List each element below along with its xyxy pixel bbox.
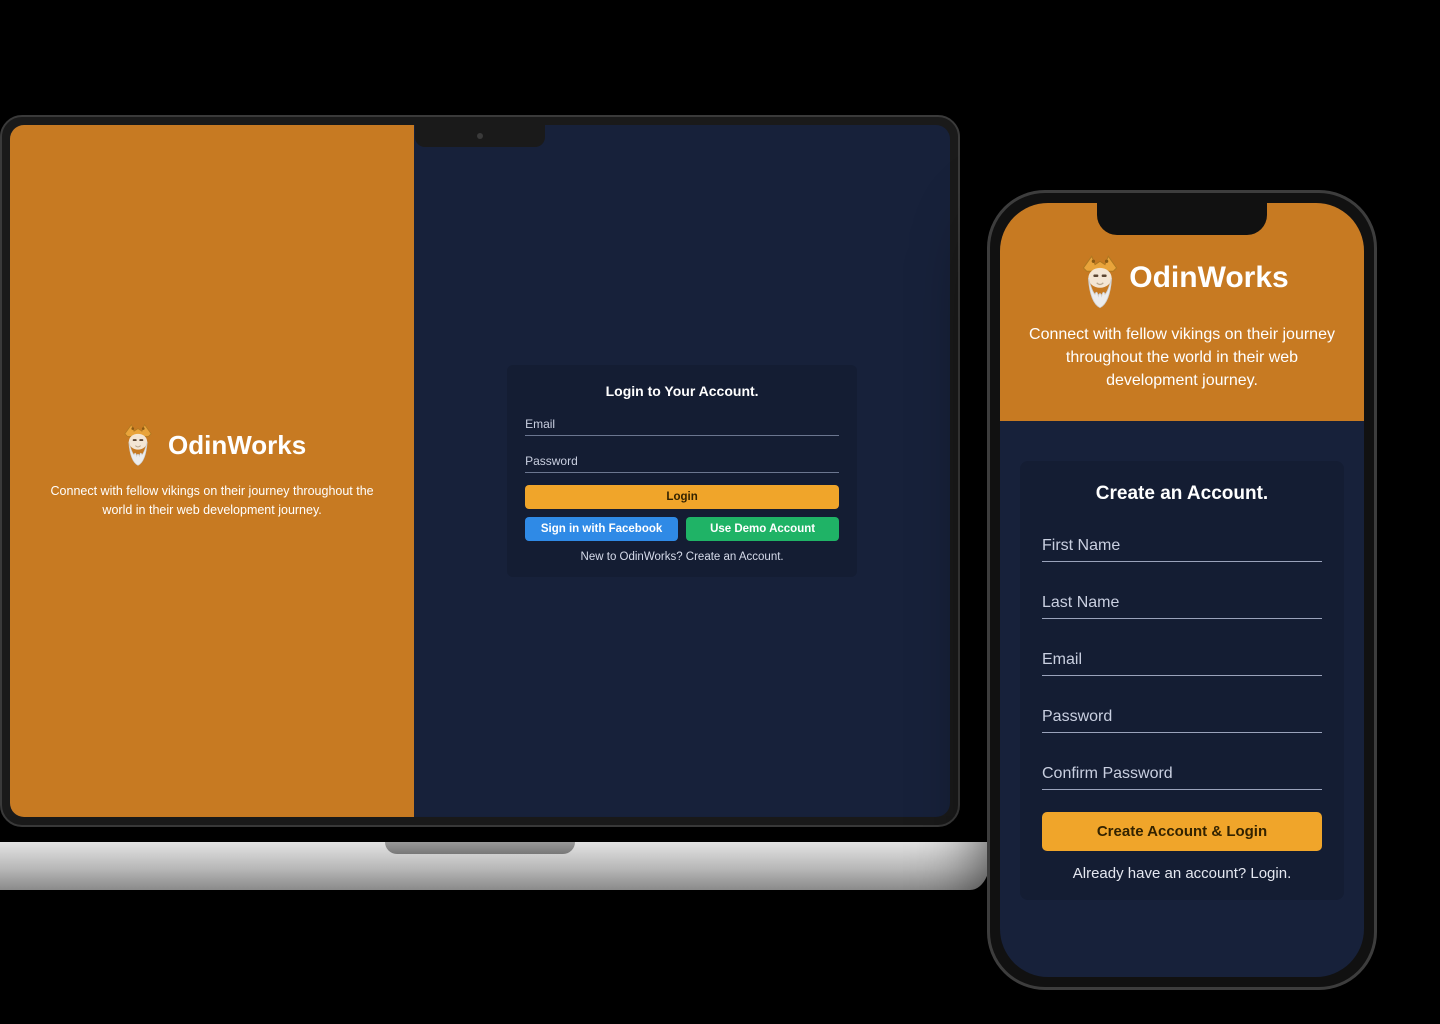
login-alt-row: Sign in with Facebook Use Demo Account xyxy=(525,517,839,541)
create-account-button[interactable]: Create Account & Login xyxy=(1042,812,1322,851)
laptop-base xyxy=(0,842,990,890)
signup-heading: Create an Account. xyxy=(1042,483,1322,505)
login-button[interactable]: Login xyxy=(525,485,839,509)
laptop-hero-panel: OdinWorks Connect with fellow vikings on… xyxy=(10,125,414,817)
switch-to-login-link[interactable]: Already have an account? Login. xyxy=(1042,865,1322,882)
phone-screen: OdinWorks Connect with fellow vikings on… xyxy=(1000,203,1364,977)
first-name-field[interactable] xyxy=(1042,527,1322,562)
demo-login-button[interactable]: Use Demo Account xyxy=(686,517,839,541)
odin-logo-icon xyxy=(118,422,158,468)
login-heading: Login to Your Account. xyxy=(525,383,839,399)
laptop-notch xyxy=(415,125,545,147)
phone-notch xyxy=(1097,203,1267,235)
brand-name: OdinWorks xyxy=(168,430,306,461)
laptop-bezel: OdinWorks Connect with fellow vikings on… xyxy=(0,115,960,827)
confirm-password-field[interactable] xyxy=(1042,755,1322,790)
password-field[interactable] xyxy=(525,448,839,473)
laptop-device-frame: OdinWorks Connect with fellow vikings on… xyxy=(0,115,990,890)
login-card: Login to Your Account. Login Sign in wit… xyxy=(507,365,857,577)
odin-logo-icon xyxy=(1075,253,1119,303)
last-name-field[interactable] xyxy=(1042,584,1322,619)
hero-tagline: Connect with fellow vikings on their jou… xyxy=(50,482,374,520)
laptop-screen: OdinWorks Connect with fellow vikings on… xyxy=(10,125,950,817)
phone-hero-panel: OdinWorks Connect with fellow vikings on… xyxy=(1000,203,1364,421)
facebook-login-button[interactable]: Sign in with Facebook xyxy=(525,517,678,541)
phone-device-frame: OdinWorks Connect with fellow vikings on… xyxy=(987,190,1377,990)
email-field[interactable] xyxy=(525,411,839,436)
email-field[interactable] xyxy=(1042,641,1322,676)
switch-to-signup-link[interactable]: New to OdinWorks? Create an Account. xyxy=(525,551,839,563)
laptop-login-area: Login to Your Account. Login Sign in wit… xyxy=(414,125,950,817)
brand-name: OdinWorks xyxy=(1129,261,1288,295)
password-field[interactable] xyxy=(1042,698,1322,733)
hero-tagline: Connect with fellow vikings on their jou… xyxy=(1024,323,1340,393)
brand-lockup: OdinWorks xyxy=(118,422,306,468)
signup-card: Create an Account. Create Account & Logi… xyxy=(1020,461,1344,900)
brand-lockup: OdinWorks xyxy=(1024,253,1340,303)
